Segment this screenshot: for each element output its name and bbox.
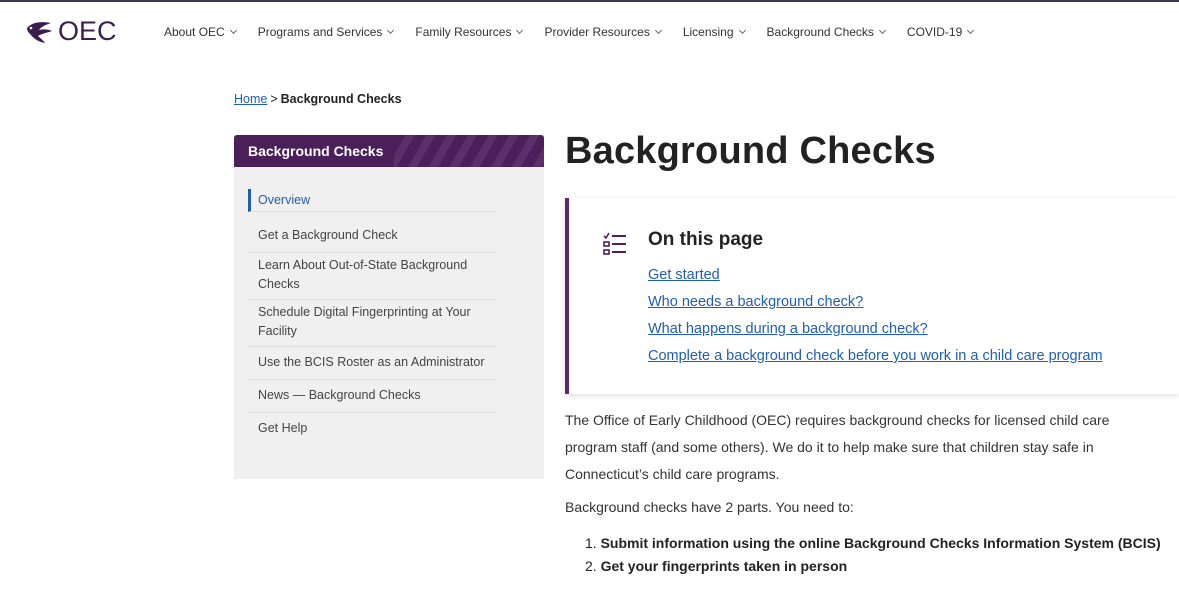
nav-label: Licensing bbox=[682, 25, 734, 39]
nav-about-oec[interactable]: About OEC bbox=[164, 25, 237, 39]
nav-label: About OEC bbox=[164, 25, 225, 39]
step-number: 2. bbox=[585, 558, 597, 574]
chevron-down-icon bbox=[387, 26, 395, 35]
steps-list: 1. Submit information using the online B… bbox=[585, 532, 1161, 578]
breadcrumb: Home > Background Checks bbox=[234, 92, 402, 106]
sidebar-item-get-help[interactable]: Get Help bbox=[248, 413, 496, 445]
checklist-icon bbox=[603, 232, 626, 255]
breadcrumb-home-link[interactable]: Home bbox=[234, 92, 267, 106]
list-item: 1. Submit information using the online B… bbox=[585, 532, 1161, 555]
chevron-down-icon bbox=[229, 26, 237, 35]
parts-paragraph: Background checks have 2 parts. You need… bbox=[565, 499, 854, 515]
sidebar-item-digital-fingerprinting[interactable]: Schedule Digital Fingerprinting at Your … bbox=[248, 300, 496, 347]
sidebar-item-overview[interactable]: Overview bbox=[248, 189, 496, 212]
nav-label: Provider Resources bbox=[544, 25, 650, 39]
nav-label: Family Resources bbox=[415, 25, 512, 39]
breadcrumb-separator: > bbox=[270, 92, 278, 106]
section-sidebar: Background Checks Overview Get a Backgro… bbox=[234, 135, 544, 479]
intro-paragraph: The Office of Early Childhood (OEC) requ… bbox=[565, 412, 1110, 482]
intro-text: The Office of Early Childhood (OEC) requ… bbox=[565, 407, 1165, 521]
sidebar-header-pattern bbox=[394, 135, 544, 167]
nav-label: Programs and Services bbox=[257, 25, 383, 39]
nav-provider-resources[interactable]: Provider Resources bbox=[544, 25, 662, 39]
sidebar-item-news[interactable]: News — Background Checks bbox=[248, 380, 496, 413]
nav-programs-and-services[interactable]: Programs and Services bbox=[257, 25, 395, 39]
oec-bird-logo-icon bbox=[27, 21, 52, 43]
on-this-page-title: On this page bbox=[648, 229, 764, 250]
main-nav: About OEC Programs and Services Family R… bbox=[164, 25, 995, 39]
site-header: OEC About OEC Programs and Services Fami… bbox=[0, 2, 1179, 60]
sidebar-title: Background Checks bbox=[248, 143, 384, 159]
step-number: 1. bbox=[585, 535, 597, 551]
nav-licensing[interactable]: Licensing bbox=[682, 25, 746, 39]
chevron-down-icon bbox=[738, 26, 746, 35]
sidebar-item-get-a-background-check[interactable]: Get a Background Check bbox=[248, 220, 496, 253]
sidebar-header: Background Checks bbox=[234, 135, 544, 167]
logo-text: OEC bbox=[58, 16, 117, 46]
chevron-down-icon bbox=[654, 26, 662, 35]
link-get-started[interactable]: Get started bbox=[648, 262, 1103, 289]
on-this-page-box: On this page Get started Who needs a bac… bbox=[565, 198, 1179, 394]
main-content: Background Checks On this page Get start… bbox=[565, 130, 1179, 574]
link-what-happens[interactable]: What happens during a background check? bbox=[648, 316, 1103, 343]
nav-family-resources[interactable]: Family Resources bbox=[415, 25, 524, 39]
link-complete-check[interactable]: Complete a background check before you w… bbox=[648, 343, 1103, 370]
link-who-needs-check[interactable]: Who needs a background check? bbox=[648, 289, 1103, 316]
nav-covid-19[interactable]: COVID-19 bbox=[906, 25, 975, 39]
page-title: Background Checks bbox=[565, 130, 936, 172]
list-item: 2. Get your fingerprints taken in person bbox=[585, 555, 1161, 578]
nav-label: Background Checks bbox=[766, 25, 874, 39]
nav-background-checks[interactable]: Background Checks bbox=[766, 25, 886, 39]
sidebar-item-bcis-roster[interactable]: Use the BCIS Roster as an Administrator bbox=[248, 347, 496, 380]
breadcrumb-current: Background Checks bbox=[280, 92, 402, 106]
step-text: Get your fingerprints taken in person bbox=[600, 558, 848, 574]
on-this-page-links: Get started Who needs a background check… bbox=[648, 262, 1103, 370]
sidebar-nav: Overview Get a Background Check Learn Ab… bbox=[234, 167, 544, 445]
sidebar-item-out-of-state[interactable]: Learn About Out-of-State Background Chec… bbox=[248, 253, 496, 300]
step-text: Submit information using the online Back… bbox=[600, 535, 1161, 551]
nav-label: COVID-19 bbox=[906, 25, 963, 39]
chevron-down-icon bbox=[516, 26, 524, 35]
oec-logo[interactable]: OEC bbox=[24, 16, 117, 47]
chevron-down-icon bbox=[967, 26, 975, 35]
chevron-down-icon bbox=[878, 26, 886, 35]
